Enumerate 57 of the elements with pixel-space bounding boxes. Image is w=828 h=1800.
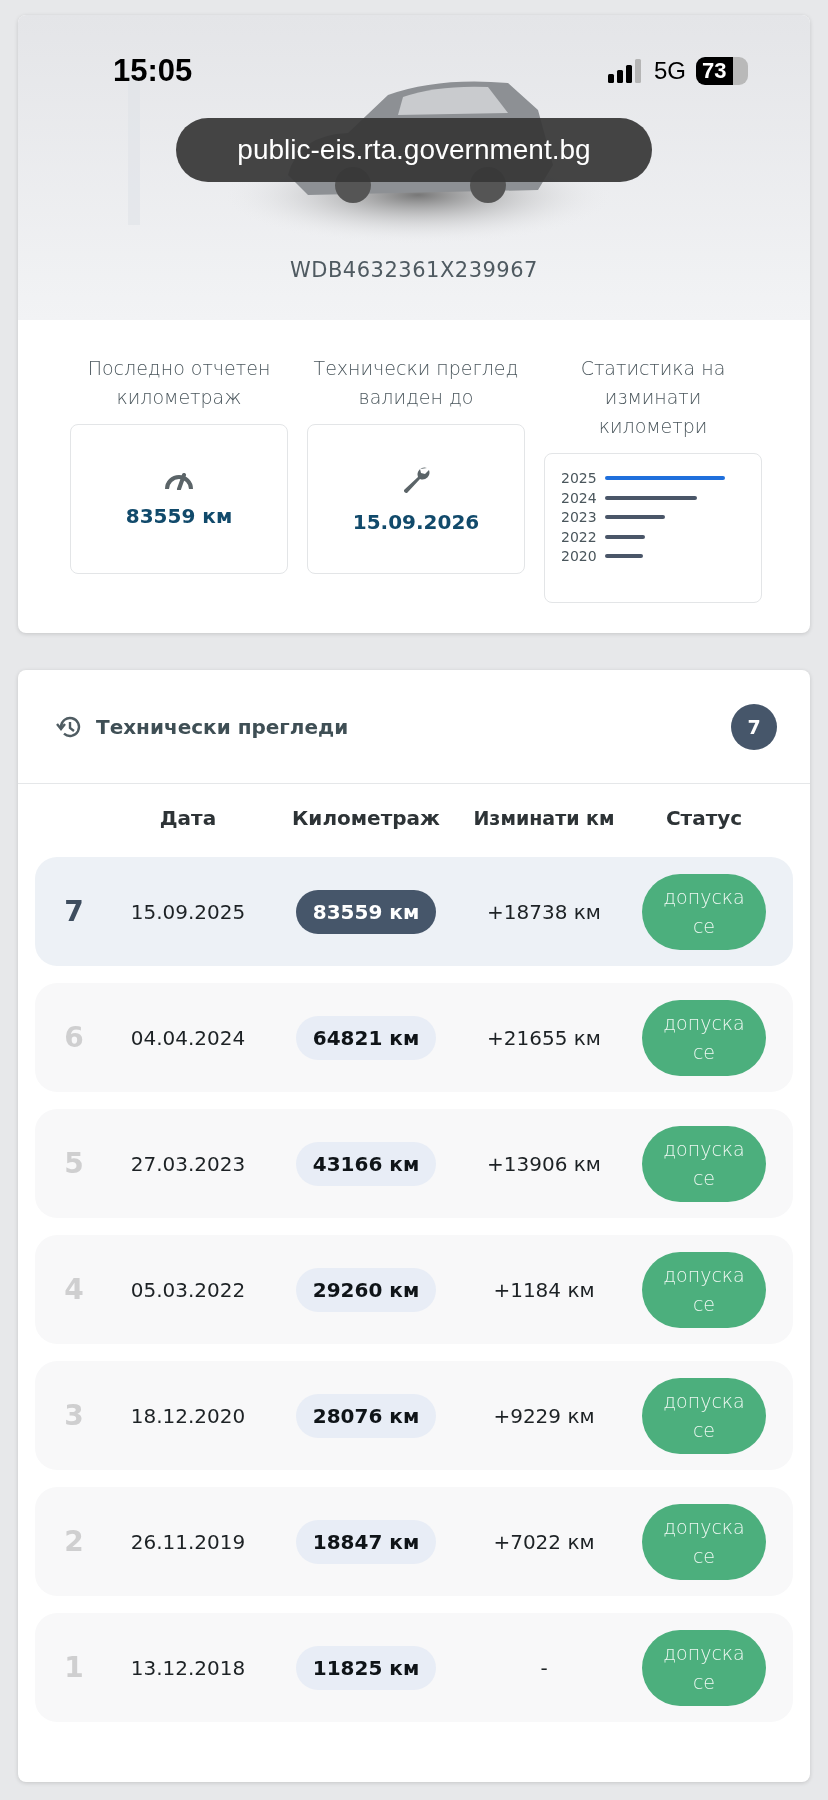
date-cell: 04.04.2024 bbox=[130, 1025, 246, 1050]
status-badge: допуска се bbox=[642, 1503, 766, 1580]
distance-cell: +1184 км bbox=[493, 1277, 595, 1302]
chart-bar bbox=[605, 515, 665, 519]
count-badge: 7 bbox=[731, 703, 777, 750]
status-badge: допуска се bbox=[642, 1125, 766, 1202]
summary-label: Технически преглед валиден до bbox=[312, 356, 520, 410]
url-label[interactable]: public-eis.rta.government.bg bbox=[176, 118, 652, 182]
distance-cell: - bbox=[540, 1655, 548, 1680]
mileage-badge: 28076 км bbox=[295, 1393, 437, 1438]
distance-cell: +7022 км bbox=[493, 1529, 595, 1554]
battery-level: 73 bbox=[696, 57, 748, 85]
column-header: Километраж bbox=[292, 805, 440, 832]
summary-value: 15.09.2026 bbox=[352, 510, 480, 534]
gauge-icon bbox=[164, 470, 194, 490]
history-icon bbox=[56, 714, 82, 739]
row-number: 7 bbox=[64, 895, 84, 928]
status-badge: допуска се bbox=[642, 873, 766, 950]
summary-label: Статистика на изминати километри bbox=[579, 356, 727, 439]
year-label: 2024 bbox=[561, 489, 597, 506]
year-label: 2022 bbox=[561, 528, 597, 545]
section-title: Технически прегледи bbox=[96, 714, 350, 739]
distance-cell: +18738 км bbox=[487, 899, 601, 924]
summary-value: 83559 км bbox=[125, 504, 233, 528]
mileage-badge: 64821 км bbox=[295, 1015, 437, 1060]
chart-bar bbox=[605, 534, 645, 539]
year-label: 2020 bbox=[561, 548, 597, 564]
clock-time: 15:05 bbox=[113, 53, 194, 89]
date-cell: 26.11.2019 bbox=[130, 1529, 246, 1554]
vin-number: WDB4632361X239967 bbox=[290, 258, 538, 282]
column-header: Статус bbox=[665, 805, 743, 832]
mileage-badge: 29260 км bbox=[295, 1267, 437, 1312]
status-badge: допуска се bbox=[642, 1629, 766, 1706]
network-label: 5G bbox=[654, 57, 686, 85]
date-cell: 15.09.2025 bbox=[130, 899, 246, 924]
mileage-badge: 18847 км bbox=[295, 1519, 437, 1564]
distance-cell: +9229 км bbox=[493, 1403, 595, 1428]
year-label: 2025 bbox=[561, 470, 597, 486]
inspection-row[interactable]: 7 15.09.2025 83559 км +18738 км допуска се bbox=[35, 857, 793, 966]
date-cell: 05.03.2022 bbox=[130, 1277, 246, 1302]
date-cell: 13.12.2018 bbox=[130, 1655, 246, 1680]
column-header: Изминати км bbox=[473, 806, 615, 831]
status-badge: допуска се bbox=[642, 999, 766, 1076]
distance-cell: +21655 км bbox=[487, 1025, 601, 1050]
status-badge: допуска се bbox=[642, 1377, 766, 1454]
date-cell: 18.12.2020 bbox=[130, 1403, 246, 1428]
mileage-badge: 11825 км bbox=[295, 1645, 437, 1690]
summary-label: Последно отчетен километраж bbox=[86, 356, 272, 410]
column-header: Дата bbox=[159, 805, 217, 832]
chart-bar bbox=[605, 554, 643, 558]
mileage-badge: 83559 км bbox=[295, 889, 437, 934]
mileage-badge: 43166 км bbox=[295, 1141, 437, 1186]
distance-cell: +13906 км bbox=[487, 1151, 601, 1176]
signal-icon bbox=[608, 59, 642, 83]
status-badge: допуска се bbox=[642, 1251, 766, 1328]
date-cell: 27.03.2023 bbox=[130, 1151, 246, 1176]
year-label: 2023 bbox=[561, 509, 597, 525]
